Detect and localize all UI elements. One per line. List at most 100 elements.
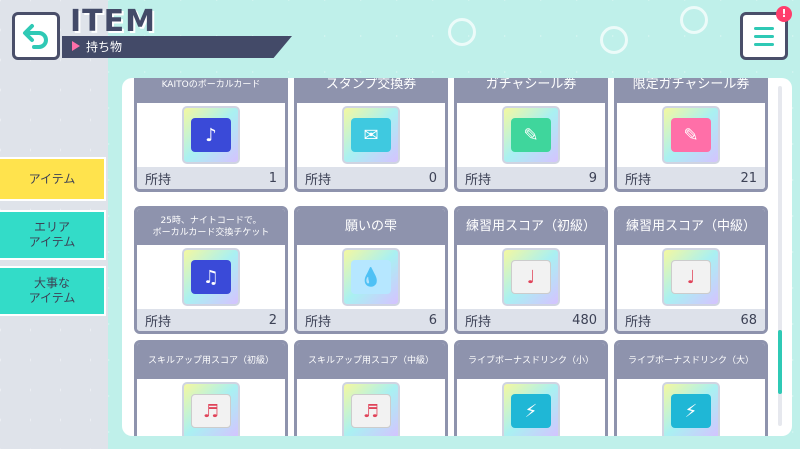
item-card[interactable]: スキルアップ用スコア（初級） ♬ [134,340,288,436]
wish-drop-icon-glyph: 💧 [351,260,391,294]
practice-score-beginner-icon: ♩ [502,248,560,306]
item-icon-area: ♪ [137,103,285,167]
live-bonus-drink-large-icon: ⚡ [662,382,720,436]
owned-count: 6 [428,312,437,328]
item-icon-area: ⚡ [617,379,765,436]
item-icon-area: ♩ [617,245,765,309]
vocal-card-exchange-ticket-icon-glyph: ♫ [191,260,231,294]
vocal-card-exchange-ticket-icon: ♫ [182,248,240,306]
page-subtitle: 持ち物 [86,40,123,54]
practice-score-intermediate-icon: ♩ [662,248,720,306]
notification-badge: ! [776,6,792,22]
item-name: ライブボーナスドリンク（大） [617,343,765,379]
skill-score-intermediate-icon-glyph: ♬ [351,394,391,428]
decor-circle [448,18,476,46]
tab-area-items[interactable]: エリア アイテム [0,210,106,260]
item-name: 願いの雫 [297,209,445,245]
stamp-ticket-icon-glyph: ✉ [351,118,391,152]
item-name: 25時、ナイトコードで。 ボーカルカード交換チケット [137,209,285,245]
owned-count: 2 [268,312,277,328]
item-icon-area: ✎ [617,103,765,167]
item-name: ライブボーナスドリンク（小） [457,343,605,379]
item-count-row: 所持 0 [297,167,445,189]
item-icon-area: ⚡ [457,379,605,436]
page-title: ITEM [70,4,156,39]
practice-score-intermediate-icon-glyph: ♩ [671,260,711,294]
stamp-ticket-icon: ✉ [342,106,400,164]
item-card[interactable]: ライブボーナスドリンク（小） ⚡ [454,340,608,436]
item-name: KAITOのボーカルカード [137,78,285,103]
music-card-icon-glyph: ♪ [191,118,231,152]
skill-score-beginner-icon-glyph: ♬ [191,394,231,428]
skill-score-beginner-icon: ♬ [182,382,240,436]
item-icon-area: ✎ [457,103,605,167]
item-card[interactable]: 練習用スコア（中級） ♩ 所持 68 [614,206,768,334]
item-count-row: 所持 1 [137,167,285,189]
item-card[interactable]: スタンプ交換券 ✉ 所持 0 [294,78,448,192]
gacha-seal-ticket-icon: ✎ [502,106,560,164]
tab-important-items[interactable]: 大事な アイテム [0,266,106,316]
item-icon-area: ♩ [457,245,605,309]
live-bonus-drink-large-icon-glyph: ⚡ [671,394,711,428]
music-card-icon: ♪ [182,106,240,164]
item-name: ガチャシール券 [457,78,605,103]
limited-gacha-seal-ticket-icon-glyph: ✎ [671,118,711,152]
hamburger-icon [754,26,774,30]
item-card[interactable]: ガチャシール券 ✎ 所持 9 [454,78,608,192]
item-icon-area: 💧 [297,245,445,309]
skill-score-intermediate-icon: ♬ [342,382,400,436]
practice-score-beginner-icon-glyph: ♩ [511,260,551,294]
owned-label: 所持 [465,172,492,188]
title-arrow-icon [72,41,80,51]
back-arrow-icon [23,24,48,49]
item-icon-area: ♬ [137,379,285,436]
item-card[interactable]: 限定ガチャシール券 ✎ 所持 21 [614,78,768,192]
owned-label: 所持 [305,172,332,188]
owned-count: 0 [428,170,437,186]
item-name: スタンプ交換券 [297,78,445,103]
item-name: 練習用スコア（初級） [457,209,605,245]
decor-circle [680,6,708,34]
limited-gacha-seal-ticket-icon: ✎ [662,106,720,164]
item-count-row: 所持 68 [617,309,765,331]
owned-label: 所持 [145,314,172,330]
scrollbar-thumb[interactable] [778,330,782,394]
owned-label: 所持 [625,172,652,188]
item-name: 限定ガチャシール券 [617,78,765,103]
owned-label: 所持 [145,172,172,188]
owned-count: 480 [572,312,597,328]
item-count-row: 所持 480 [457,309,605,331]
item-icon-area: ♬ [297,379,445,436]
back-button[interactable] [12,12,60,60]
item-card[interactable]: 25時、ナイトコードで。 ボーカルカード交換チケット ♫ 所持 2 [134,206,288,334]
item-count-row: 所持 2 [137,309,285,331]
item-card[interactable]: 練習用スコア（初級） ♩ 所持 480 [454,206,608,334]
owned-count: 1 [268,170,277,186]
wish-drop-icon: 💧 [342,248,400,306]
hamburger-icon-line [754,42,774,46]
owned-label: 所持 [305,314,332,330]
item-count-row: 所持 21 [617,167,765,189]
tab-items[interactable]: アイテム [0,157,106,201]
owned-count: 21 [740,170,757,186]
item-count-row: 所持 9 [457,167,605,189]
item-card[interactable]: 願いの雫 💧 所持 6 [294,206,448,334]
item-list-panel[interactable]: KAITOのボーカルカード ♪ 所持 1 スタンプ交換券 ✉ 所持 0 ガチャシール券 ✎ 所持 9 限… [122,78,792,436]
decor-circle [600,26,628,54]
item-card[interactable]: KAITOのボーカルカード ♪ 所持 1 [134,78,288,192]
item-name: 練習用スコア（中級） [617,209,765,245]
sidebar: アイテム エリア アイテム 大事な アイテム [0,0,108,449]
owned-count: 9 [588,170,597,186]
item-name: スキルアップ用スコア（中級） [297,343,445,379]
item-icon-area: ♫ [137,245,285,309]
hamburger-icon-line [754,34,774,38]
owned-label: 所持 [625,314,652,330]
item-count-row: 所持 6 [297,309,445,331]
live-bonus-drink-small-icon-glyph: ⚡ [511,394,551,428]
item-name: スキルアップ用スコア（初級） [137,343,285,379]
item-card[interactable]: ライブボーナスドリンク（大） ⚡ [614,340,768,436]
owned-count: 68 [740,312,757,328]
gacha-seal-ticket-icon-glyph: ✎ [511,118,551,152]
item-card[interactable]: スキルアップ用スコア（中級） ♬ [294,340,448,436]
item-icon-area: ✉ [297,103,445,167]
